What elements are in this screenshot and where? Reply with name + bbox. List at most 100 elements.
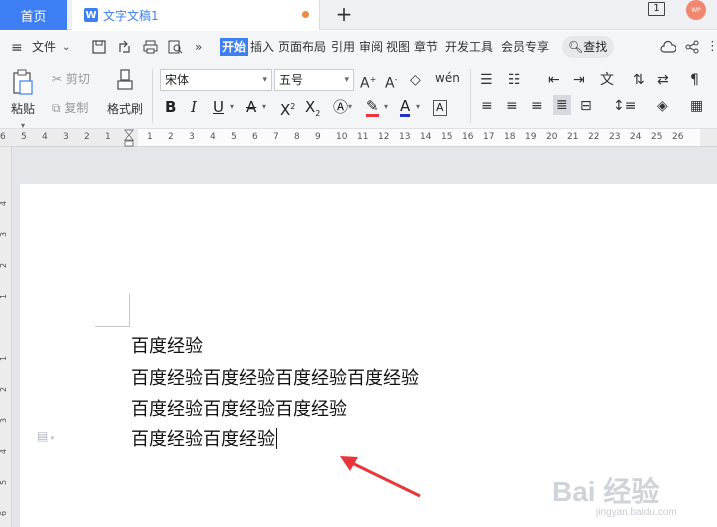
align-center-icon[interactable]: ≡ [506,98,518,114]
chevron-down-icon[interactable]: ▾ [384,98,388,116]
shading-icon[interactable]: ◈ [657,98,668,114]
group-divider [470,69,471,123]
ruler-tick-label: 2 [84,132,90,142]
chevron-down-icon[interactable]: ▾ [416,98,420,116]
decrease-indent-icon[interactable]: ⇤ [548,72,560,88]
tab-page-layout[interactable]: 页面布局 [278,38,326,56]
shrink-font-icon[interactable]: A- [385,72,397,92]
tab-start[interactable]: 开始 [220,38,249,56]
tab-developer[interactable]: 开发工具 [445,38,493,56]
vertical-ruler-tick-label: 1 [0,356,8,361]
bold-button[interactable]: B [165,98,176,116]
cut-button[interactable]: ✂ 剪切 [52,70,90,87]
home-tab[interactable]: 首页 [0,0,67,30]
avatar[interactable]: WP [686,0,706,20]
unsaved-dot-icon [302,11,309,18]
document-paragraph[interactable]: 百度经验百度经验百度经验 [131,395,347,421]
sort-icon[interactable]: ⇅ [633,72,645,88]
bullet-list-icon[interactable]: ☰ [480,72,493,88]
document-paragraph[interactable]: 百度经验 [131,332,203,358]
more-icon[interactable]: ⋮ [706,39,717,55]
tab-view[interactable]: 视图 [386,38,410,56]
ruler-tick-label: 11 [357,132,369,142]
new-tab-button[interactable]: + [334,2,354,26]
italic-button[interactable]: I [191,98,197,116]
format-painter-button[interactable]: 格式刷 [106,69,144,117]
clipboard-icon [13,69,33,95]
align-right-icon[interactable]: ≡ [531,98,543,114]
strikethrough-button[interactable]: A [246,98,256,116]
vertical-ruler-tick-label: 4 [0,449,8,454]
chinese-layout-icon[interactable]: 文 [600,72,614,88]
superscript-button[interactable]: X2 [280,98,295,119]
ruler-tick-label: 3 [63,132,69,142]
ruler-tick-label: 5 [231,132,237,142]
border-icon[interactable]: ▦ [690,98,703,114]
numbered-list-icon[interactable]: ☷ [508,72,521,88]
underline-button[interactable]: U [213,98,224,116]
print-icon[interactable] [143,40,158,54]
vertical-ruler-tick-label: 2 [0,387,8,392]
paragraph-handle-icon[interactable]: ▤ ▾ [37,429,61,443]
save-icon[interactable] [92,40,106,54]
ruler-tick-label: 4 [42,132,48,142]
clear-format-icon[interactable]: ◇ [410,72,421,88]
chevron-down-icon[interactable]: ▾ [262,98,266,116]
grow-font-icon[interactable]: A+ [360,72,376,92]
last-line-text: 百度经验百度经验 [131,429,275,450]
chevron-down-icon[interactable]: ⌄ [62,40,70,56]
copy-button[interactable]: ⧉ 复制 [52,99,88,116]
file-menu[interactable]: 文件 [32,38,56,56]
search-icon: 🔍︎ [568,40,584,54]
writer-doc-icon: W [84,8,98,22]
tab-review[interactable]: 审阅 [359,38,383,56]
horizontal-ruler[interactable]: 6 5 4 3 2 1 1 2 3 4 5 6 7 8 9 10 11 12 13 14 15 16 17 18 19 20 21 2… [0,129,717,147]
menu-bar: ≡ 文件 ⌄ » 开始 插入 页面布局 引用 审阅 视图 章节 开发工具 会员专… [0,31,717,63]
tab-chapter[interactable]: 章节 [414,38,438,56]
ruler-tick-label: 1 [105,132,111,142]
align-left-icon[interactable]: ≡ [481,98,493,114]
tab-member[interactable]: 会员专享 [501,38,549,56]
share-icon[interactable] [685,40,699,54]
font-color-button[interactable]: A [400,98,411,117]
font-size-select[interactable]: 五号 ▾ [274,69,354,91]
justify-icon[interactable]: ≣ [553,95,571,115]
increase-indent-icon[interactable]: ⇥ [573,72,585,88]
subscript-button[interactable]: X2 [305,98,320,123]
watermark-url: jingyan.baidu.com [596,507,677,518]
document-paragraph[interactable]: 百度经验百度经验百度经验百度经验 [131,364,419,390]
show-marks-icon[interactable]: ⇄ [657,72,669,88]
window-count-badge[interactable]: 1 [648,2,665,16]
search-button[interactable]: 🔍︎查找 [562,36,614,58]
vertical-ruler[interactable]: 4 3 2 1 1 2 3 4 5 6 [0,147,12,527]
document-tab-label: 文字文稿1 [103,8,159,23]
export-icon[interactable] [118,40,132,54]
indent-marker-icon[interactable] [124,129,134,147]
hamburger-menu-icon[interactable]: ≡ [11,40,23,56]
ribbon-toolbar: 粘贴 ▾ ✂ 剪切 ⧉ 复制 格式刷 宋体 ▾ 五号 ▾ A+ A- ◇ wén B… [0,63,717,131]
highlight-color-button[interactable]: ✎ [366,98,379,117]
font-name-select[interactable]: 宋体 ▾ [160,69,272,91]
paste-button[interactable]: 粘贴 ▾ [8,69,38,131]
tab-insert[interactable]: 插入 [250,38,274,56]
char-border-button[interactable]: A [433,100,447,116]
chevron-down-icon[interactable]: ▾ [348,98,352,116]
text-effect-button[interactable]: Ⓐ [333,98,348,116]
tab-references[interactable]: 引用 [331,38,355,56]
distributed-icon[interactable]: ⊟ [580,98,592,114]
chevron-down-icon[interactable]: ▾ [230,98,234,116]
format-painter-icon [117,69,133,90]
document-paragraph[interactable]: 百度经验百度经验 [131,425,277,451]
baidu-watermark: Bai 经验 [552,476,660,507]
ruler-tick-label: 2 [168,132,174,142]
print-preview-icon[interactable] [168,40,183,54]
vertical-ruler-tick-label: 3 [0,418,8,423]
paragraph-mark-icon[interactable]: ¶ [690,72,699,88]
vertical-ruler-tick-label: 4 [0,201,8,206]
line-spacing-icon[interactable]: ↕≡ [613,98,636,114]
cloud-sync-icon[interactable] [660,40,676,54]
phonetic-guide-icon[interactable]: wén [435,70,460,86]
annotation-arrow-icon [340,456,421,498]
document-tab[interactable]: W 文字文稿1 [72,0,320,30]
more-commands-icon[interactable]: » [195,39,202,55]
